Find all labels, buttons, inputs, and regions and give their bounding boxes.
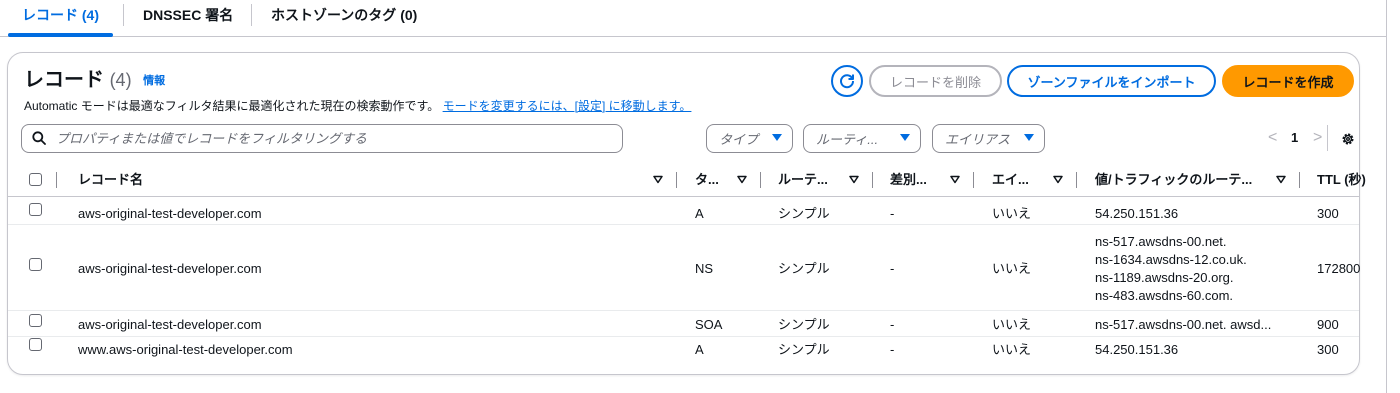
record-value: 54.250.151.36 bbox=[1095, 206, 1179, 221]
ttl: 900 bbox=[1317, 317, 1339, 332]
tab-tags[interactable]: ホストゾーンのタグ (0) bbox=[271, 0, 417, 36]
type-filter-dropdown[interactable]: タイプ bbox=[706, 124, 793, 153]
search-field[interactable] bbox=[21, 124, 623, 153]
column-divider bbox=[1076, 172, 1077, 188]
record-value-line: ns-1189.awsdns-20.org. bbox=[1095, 270, 1234, 285]
column-header-differentiator[interactable]: 差別... bbox=[890, 163, 927, 196]
current-page-number[interactable]: 1 bbox=[1291, 128, 1298, 148]
routing-policy: シンプル bbox=[778, 342, 830, 357]
sort-icon[interactable] bbox=[737, 163, 747, 196]
sort-icon[interactable] bbox=[849, 163, 859, 196]
column-divider bbox=[56, 172, 57, 188]
routing-policy: シンプル bbox=[778, 206, 830, 221]
next-page-button[interactable]: > bbox=[1313, 128, 1322, 148]
pagination-divider bbox=[1327, 125, 1328, 151]
table-row[interactable]: aws-original-test-developer.com A シンプル -… bbox=[8, 197, 1359, 225]
column-header-record-name[interactable]: レコード名 bbox=[78, 163, 143, 196]
column-divider bbox=[676, 172, 677, 188]
page-right-divider bbox=[1386, 0, 1387, 393]
record-name: aws-original-test-developer.com bbox=[78, 261, 262, 276]
table-row[interactable]: aws-original-test-developer.com SOA シンプル… bbox=[8, 311, 1359, 337]
column-divider bbox=[973, 172, 974, 188]
differentiator: - bbox=[890, 342, 895, 357]
row-checkbox[interactable] bbox=[29, 258, 42, 271]
row-checkbox[interactable] bbox=[29, 203, 42, 216]
caret-down-icon bbox=[900, 134, 910, 141]
ttl: 172800 bbox=[1317, 261, 1361, 276]
search-mode-description: Automatic モードは最適なフィルタ結果に最適化された現在の検索動作です。… bbox=[24, 98, 691, 114]
ttl: 300 bbox=[1317, 206, 1339, 221]
table-row[interactable]: aws-original-test-developer.com NS シンプル … bbox=[8, 225, 1361, 311]
routing-filter-dropdown[interactable]: ルーティ... bbox=[803, 124, 921, 153]
differentiator: - bbox=[890, 206, 895, 221]
column-divider bbox=[872, 172, 873, 188]
search-icon bbox=[32, 131, 46, 145]
records-panel: レコード (4) 情報 Automatic モードは最適なフィルタ結果に最適化さ… bbox=[7, 52, 1366, 375]
ttl: 300 bbox=[1317, 342, 1339, 357]
sort-icon[interactable] bbox=[1276, 163, 1286, 196]
record-type: SOA bbox=[695, 317, 723, 332]
settings-gear-icon[interactable] bbox=[1341, 132, 1355, 146]
refresh-button[interactable] bbox=[831, 65, 863, 97]
alias: いいえ bbox=[992, 317, 1032, 332]
tab-bar: レコード (4) DNSSEC 署名 ホストゾーンのタグ (0) bbox=[0, 0, 1386, 37]
previous-page-button[interactable]: < bbox=[1268, 128, 1277, 148]
record-value-line: ns-483.awsdns-60.com. bbox=[1095, 288, 1234, 303]
caret-down-icon bbox=[772, 134, 782, 141]
routing-policy: シンプル bbox=[778, 261, 830, 276]
table-row[interactable]: www.aws-original-test-developer.com A シン… bbox=[8, 337, 1359, 363]
table-header: レコード名 タ... ルーテ... 差別... エイ... 値/トラフィックのル… bbox=[8, 163, 1366, 197]
type-filter-label: タイプ bbox=[719, 132, 759, 147]
record-value-line: ns-1634.awsdns-12.co.uk. bbox=[1095, 252, 1247, 267]
record-name: www.aws-original-test-developer.com bbox=[78, 342, 293, 357]
column-divider bbox=[760, 172, 761, 188]
alias-filter-dropdown[interactable]: エイリアス bbox=[932, 124, 1045, 153]
change-mode-link[interactable]: モードを変更するには、[設定] に移動します。 bbox=[443, 99, 692, 113]
column-header-routing[interactable]: ルーテ... bbox=[778, 163, 828, 196]
import-zone-file-button[interactable]: ゾーンファイルをインポート bbox=[1007, 65, 1216, 97]
info-link[interactable]: 情報 bbox=[143, 75, 165, 87]
create-record-button[interactable]: レコードを作成 bbox=[1222, 65, 1354, 97]
row-checkbox[interactable] bbox=[29, 338, 42, 351]
search-input[interactable] bbox=[54, 128, 614, 149]
column-header-type[interactable]: タ... bbox=[695, 163, 719, 196]
delete-record-button[interactable]: レコードを削除 bbox=[869, 65, 1002, 97]
tab-divider bbox=[251, 4, 252, 26]
alias: いいえ bbox=[992, 261, 1032, 276]
sort-icon[interactable] bbox=[950, 163, 960, 196]
record-type: NS bbox=[695, 261, 714, 276]
record-type: A bbox=[695, 206, 704, 221]
column-header-value[interactable]: 値/トラフィックのルーテ... bbox=[1095, 163, 1252, 196]
differentiator: - bbox=[890, 261, 895, 276]
record-name: aws-original-test-developer.com bbox=[78, 206, 262, 221]
row-checkbox[interactable] bbox=[29, 314, 42, 327]
record-value-line: ns-517.awsdns-00.net. bbox=[1095, 234, 1227, 249]
record-count: (4) bbox=[109, 70, 132, 90]
caret-down-icon bbox=[1024, 134, 1034, 141]
select-all-checkbox[interactable] bbox=[29, 173, 42, 186]
routing-filter-label: ルーティ... bbox=[816, 132, 879, 147]
tab-dnssec[interactable]: DNSSEC 署名 bbox=[143, 0, 233, 36]
record-type: A bbox=[695, 342, 704, 357]
description-text: Automatic モードは最適なフィルタ結果に最適化された現在の検索動作です。 bbox=[24, 99, 440, 113]
column-header-ttl[interactable]: TTL (秒) bbox=[1317, 163, 1366, 196]
sort-icon[interactable] bbox=[1053, 163, 1063, 196]
tab-records[interactable]: レコード (4) bbox=[8, 0, 113, 37]
column-header-alias[interactable]: エイ... bbox=[992, 163, 1029, 196]
sort-icon[interactable] bbox=[653, 163, 663, 196]
alias: いいえ bbox=[992, 206, 1032, 221]
differentiator: - bbox=[890, 317, 895, 332]
record-name: aws-original-test-developer.com bbox=[78, 317, 262, 332]
column-divider bbox=[1299, 172, 1300, 188]
alias: いいえ bbox=[992, 342, 1032, 357]
panel-title-text: レコード bbox=[24, 69, 104, 91]
panel-title: レコード (4) 情報 bbox=[24, 68, 165, 93]
refresh-icon bbox=[840, 74, 855, 89]
alias-filter-label: エイリアス bbox=[945, 132, 1011, 147]
record-value: 54.250.151.36 bbox=[1095, 342, 1179, 357]
routing-policy: シンプル bbox=[778, 317, 830, 332]
record-value: ns-517.awsdns-00.net. awsd... bbox=[1095, 317, 1272, 332]
tab-divider bbox=[123, 4, 124, 26]
